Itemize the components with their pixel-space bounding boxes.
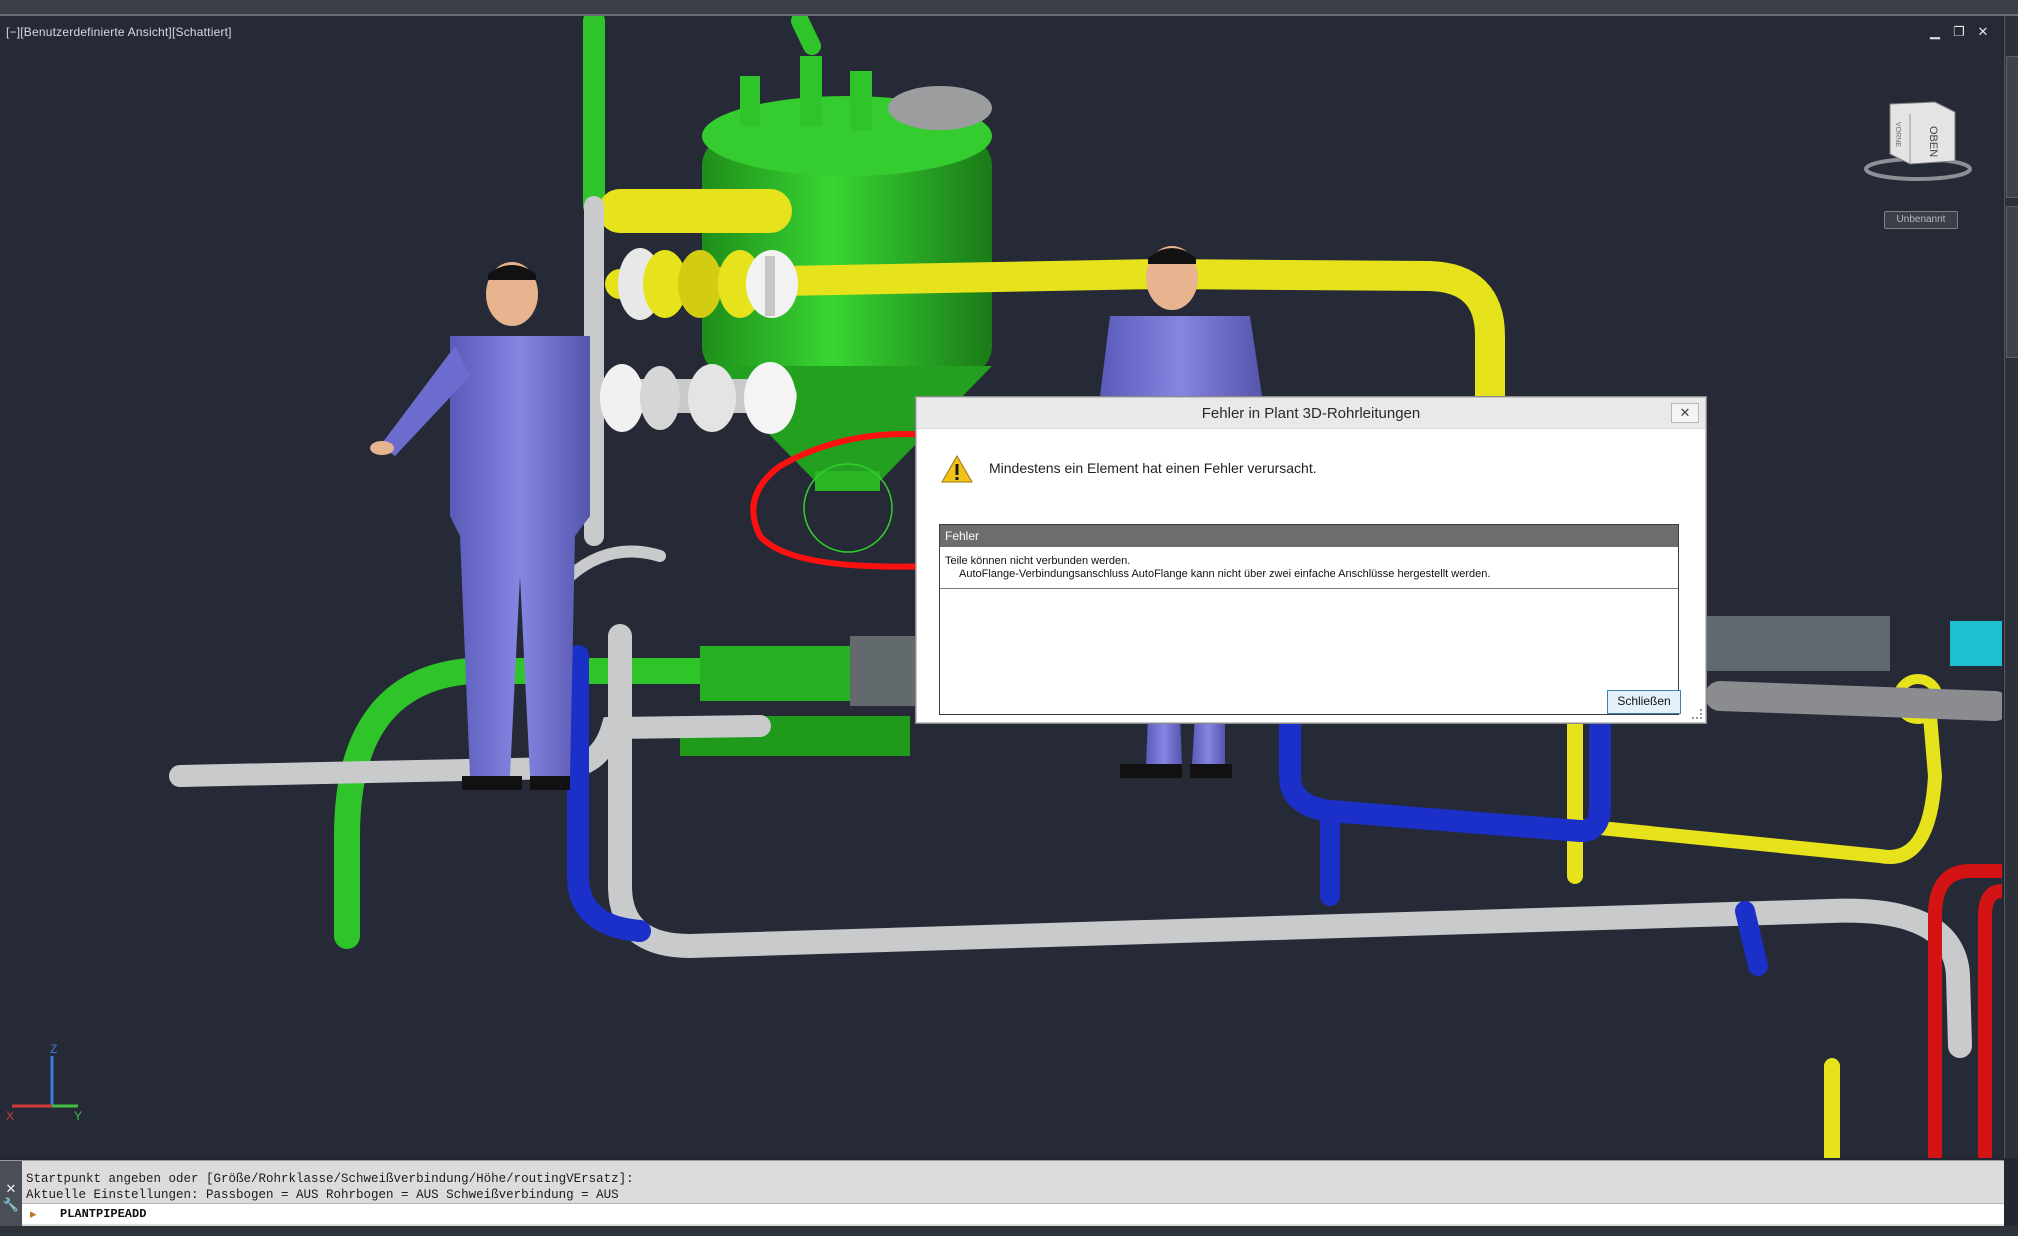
- error-list-item[interactable]: Teile können nicht verbunden werden. Aut…: [940, 547, 1678, 589]
- dialog-titlebar[interactable]: Fehler in Plant 3D-Rohrleitungen ✕: [917, 398, 1705, 428]
- cyan-equipment[interactable]: [1950, 621, 2002, 666]
- worker-left[interactable]: [370, 262, 590, 790]
- error-detail: AutoFlange-Verbindungsanschluss AutoFlan…: [959, 568, 1491, 580]
- minimize-icon[interactable]: ▁: [1928, 24, 1942, 40]
- viewcube-front-face: VORNE: [1894, 122, 1901, 147]
- error-list[interactable]: Fehler Teile können nicht verbunden werd…: [939, 524, 1679, 715]
- viewport-view-label[interactable]: [−][Benutzerdefinierte Ansicht][Schattie…: [6, 25, 232, 39]
- command-line: ✕ 🔧 Startpunkt angeben oder [Größe/Rohrk…: [0, 1160, 2004, 1227]
- dialog-body: Mindestens ein Element hat einen Fehler …: [917, 428, 1705, 722]
- status-bar: [0, 1226, 2018, 1236]
- error-dialog: Fehler in Plant 3D-Rohrleitungen ✕ Minde…: [916, 397, 1706, 723]
- ucs-y-label: Y: [74, 1109, 82, 1123]
- dialog-title: Fehler in Plant 3D-Rohrleitungen: [1201, 405, 1421, 422]
- gray-flanges[interactable]: [600, 362, 796, 434]
- restore-icon[interactable]: ❐: [1952, 24, 1966, 40]
- close-icon[interactable]: ✕: [1976, 24, 1990, 40]
- palette-tab-1[interactable]: [2006, 56, 2018, 198]
- viewcube-top-face: OBEN: [1927, 126, 1939, 157]
- yellow-flanges[interactable]: [618, 248, 798, 320]
- title-strip: [0, 0, 2018, 16]
- command-prompt-icon[interactable]: ▸: [30, 1206, 37, 1222]
- ucs-z-label: Z: [50, 1042, 57, 1056]
- ucs-icon: Z Y X: [6, 1042, 82, 1123]
- drawing-viewport[interactable]: Z Y X OBEN VORNE [−][Benutzerdefinierte …: [0, 16, 2002, 1158]
- command-line-close-icon[interactable]: ✕: [0, 1181, 22, 1197]
- command-history-line: Aktuelle Einstellungen: Passbogen = AUS …: [26, 1188, 619, 1202]
- command-line-side-bar: ✕ 🔧: [0, 1161, 22, 1227]
- command-input[interactable]: ▸ PLANTPIPEADD: [22, 1203, 2004, 1224]
- error-line: Teile können nicht verbunden werden.: [945, 555, 1131, 567]
- named-view-dropdown[interactable]: Unbenannt: [1884, 211, 1958, 229]
- command-history: Startpunkt angeben oder [Größe/Rohrklass…: [26, 1171, 634, 1203]
- ucs-x-label: X: [6, 1109, 14, 1123]
- error-list-header: Fehler: [940, 525, 1678, 547]
- warning-icon: [941, 455, 973, 483]
- command-input-text: PLANTPIPEADD: [60, 1207, 147, 1221]
- right-palette-strip[interactable]: [2004, 16, 2018, 1158]
- command-history-line: Startpunkt angeben oder [Größe/Rohrklass…: [26, 1172, 634, 1186]
- dialog-message: Mindestens ein Element hat einen Fehler …: [989, 460, 1317, 476]
- dialog-close-button[interactable]: ✕: [1671, 403, 1699, 423]
- wrench-icon[interactable]: 🔧: [0, 1197, 22, 1213]
- resize-grip[interactable]: [1692, 709, 1702, 719]
- viewport-window-controls: ▁ ❐ ✕: [1928, 24, 1990, 40]
- viewcube[interactable]: OBEN VORNE: [1864, 101, 1972, 181]
- close-button[interactable]: Schließen: [1607, 690, 1681, 714]
- palette-tab-2[interactable]: [2006, 206, 2018, 358]
